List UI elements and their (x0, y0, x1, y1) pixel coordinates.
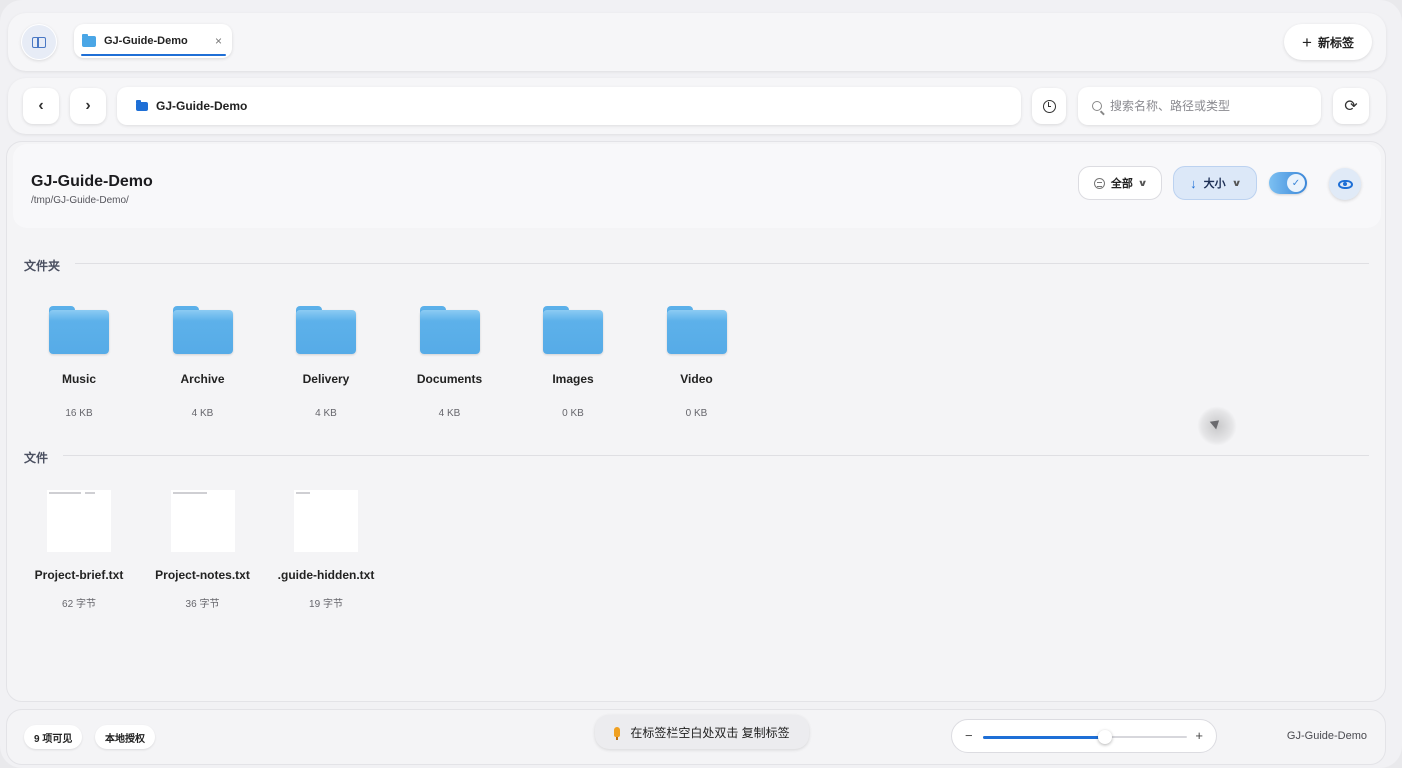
plus-icon: + (1302, 32, 1312, 52)
current-folder-name: GJ-Guide-Demo (1286, 730, 1367, 742)
folder-header: GJ-Guide-Demo /tmp/GJ-Guide-Demo/ 全部 ∨ ↓… (13, 144, 1381, 228)
zoom-fill (983, 735, 1106, 739)
refresh-icon: ⟳ (1344, 98, 1358, 115)
sort-dropdown[interactable]: ↓ 大小 ∨ (1173, 166, 1257, 200)
refresh-button[interactable]: ⟳ (1333, 88, 1369, 124)
folder-name: Music (61, 372, 96, 386)
filter-label: 全部 (1110, 178, 1133, 190)
visible-count-badge: 9 项可见 (24, 725, 83, 749)
eye-icon (1337, 179, 1353, 189)
page-title: GJ-Guide-Demo (31, 173, 153, 190)
back-button[interactable]: ‹ (23, 88, 59, 124)
view-toggle[interactable]: ✓ (1269, 172, 1307, 194)
sidebar-icon (32, 36, 46, 48)
lightbulb-icon (614, 727, 621, 740)
forward-button[interactable]: › (70, 88, 106, 124)
address-bar: ‹ › GJ-Guide-Demo ⟳ (8, 78, 1386, 134)
file-name: Project-notes.txt (155, 568, 250, 582)
path-text: GJ-Guide-Demo (156, 99, 248, 113)
folder-item[interactable]: Images 0 KB (518, 306, 628, 419)
zoom-track[interactable] (983, 730, 1187, 744)
file-size: 19 字节 (309, 599, 343, 610)
zoom-in-button[interactable]: + (1195, 728, 1203, 743)
section-divider (63, 455, 1369, 456)
tab-gj-guide-demo[interactable]: GJ-Guide-Demo × (74, 24, 232, 58)
new-tab-button[interactable]: + 新标签 (1284, 24, 1372, 60)
sort-arrow-icon: ↓ (1190, 175, 1197, 191)
folder-icon (172, 306, 233, 354)
file-thumbnail (294, 490, 358, 552)
folder-size: 0 KB (685, 408, 708, 419)
active-tab-indicator (81, 54, 226, 56)
mouse-cursor (1197, 406, 1237, 446)
file-item[interactable]: Project-notes.txt 36 字节 (148, 490, 258, 610)
folder-path: /tmp/GJ-Guide-Demo/ (31, 195, 129, 206)
search-box[interactable] (1078, 87, 1321, 125)
folder-item[interactable]: Documents 4 KB (395, 306, 505, 419)
folders-section-label: 文件夹 (24, 259, 61, 273)
chevron-down-icon: ∨ (1137, 177, 1148, 188)
filter-icon (1093, 177, 1105, 189)
filter-dropdown[interactable]: 全部 ∨ (1078, 166, 1162, 200)
pointer-icon (1209, 416, 1223, 430)
section-divider (75, 263, 1369, 264)
status-bar: 9 项可见 本地授权 在标签栏空白处双击 复制标签 − + GJ-Guide-D… (6, 709, 1386, 765)
folder-size: 16 KB (65, 408, 93, 419)
file-size: 36 字节 (185, 599, 220, 610)
files-section-label: 文件 (24, 451, 49, 465)
content-panel: GJ-Guide-Demo /tmp/GJ-Guide-Demo/ 全部 ∨ ↓… (6, 141, 1386, 702)
folder-name: Delivery (302, 372, 350, 386)
close-icon[interactable]: × (215, 34, 222, 48)
folder-size: 4 KB (315, 408, 337, 419)
folder-icon (136, 99, 148, 111)
sort-label: 大小 (1203, 178, 1226, 190)
app-window: GJ-Guide-Demo × + 新标签 ‹ › GJ-Guide-Demo … (0, 0, 1402, 768)
chevron-down-icon: ∨ (1231, 177, 1242, 188)
folder-name: Images (552, 372, 594, 386)
clock-icon (1042, 99, 1056, 113)
zoom-thumb[interactable] (1098, 730, 1113, 744)
folder-icon (82, 33, 96, 47)
file-thumbnail (47, 490, 111, 552)
tip-text: 在标签栏空白处双击 复制标签 (630, 725, 790, 740)
folder-item[interactable]: Archive 4 KB (148, 306, 258, 419)
folder-name: Archive (180, 372, 225, 386)
tab-label: GJ-Guide-Demo (104, 35, 188, 47)
zoom-slider[interactable]: − + (951, 719, 1217, 753)
folder-size: 0 KB (562, 408, 584, 419)
new-tab-label: 新标签 (1317, 35, 1354, 50)
chevron-right-icon: › (85, 97, 91, 114)
history-button[interactable] (1032, 88, 1066, 124)
file-size: 62 字节 (62, 599, 96, 610)
show-hidden-button[interactable] (1329, 168, 1361, 200)
sidebar-toggle-button[interactable] (21, 24, 57, 60)
zoom-out-button[interactable]: − (965, 728, 973, 743)
folder-item[interactable]: Video 0 KB (642, 306, 752, 419)
folder-name: Video (680, 372, 713, 386)
file-name: .guide-hidden.txt (277, 568, 375, 582)
folder-item[interactable]: Delivery 4 KB (271, 306, 381, 419)
check-icon: ✓ (1287, 174, 1305, 192)
path-field[interactable]: GJ-Guide-Demo (117, 87, 1021, 125)
folder-icon (666, 306, 727, 354)
tab-bar: GJ-Guide-Demo × + 新标签 (8, 13, 1386, 71)
license-badge[interactable]: 本地授权 (95, 725, 155, 749)
folder-size: 4 KB (191, 408, 214, 419)
tip-banner: 在标签栏空白处双击 复制标签 (595, 715, 809, 749)
folder-icon (49, 306, 109, 354)
folder-icon (543, 306, 603, 354)
file-item[interactable]: .guide-hidden.txt 19 字节 (271, 490, 381, 610)
chevron-left-icon: ‹ (38, 97, 44, 114)
file-name: Project-brief.txt (34, 568, 124, 582)
folder-name: Documents (416, 372, 483, 386)
search-icon (1092, 101, 1102, 111)
folder-item[interactable]: Music 16 KB (24, 306, 134, 419)
file-thumbnail (170, 490, 235, 552)
folder-size: 4 KB (438, 408, 461, 419)
folder-icon (419, 306, 480, 354)
file-item[interactable]: Project-brief.txt 62 字节 (24, 490, 134, 610)
folder-icon (296, 306, 356, 354)
search-input[interactable] (1110, 99, 1310, 113)
